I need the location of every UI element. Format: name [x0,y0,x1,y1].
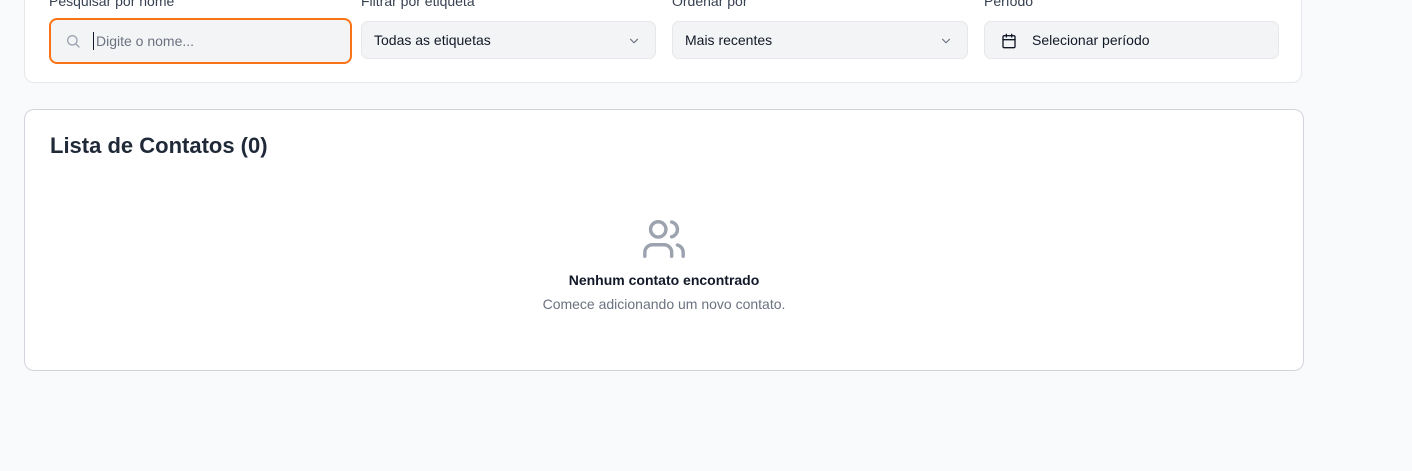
users-icon [641,216,687,262]
period-label: Período [984,0,1034,9]
sort-select[interactable]: Mais recentes [672,21,968,59]
sort-value: Mais recentes [685,32,773,48]
search-box[interactable] [49,18,352,64]
filters-card: Pesquisar por nome Filtrar por etiqueta … [24,0,1302,83]
sort-label: Ordenar por [672,0,748,9]
empty-state-title: Nenhum contato encontrado [568,272,760,288]
tag-filter-value: Todas as etiquetas [374,32,491,48]
search-label: Pesquisar por nome [49,0,175,9]
tag-filter-label: Filtrar por etiqueta [361,0,475,9]
search-input[interactable] [93,32,336,50]
contacts-list-title: Lista de Contatos (0) [50,133,268,158]
chevron-down-icon [939,34,953,48]
chevron-down-icon [627,34,641,48]
period-button-label: Selecionar período [1032,32,1150,48]
empty-state-subtitle: Comece adicionando um novo contato. [542,296,786,312]
contacts-list-card: Lista de Contatos (0) Nenhum contato enc… [24,109,1304,371]
calendar-icon [1001,33,1017,49]
period-button[interactable]: Selecionar período [984,21,1279,59]
search-icon [65,33,81,49]
tag-filter-select[interactable]: Todas as etiquetas [361,21,656,59]
